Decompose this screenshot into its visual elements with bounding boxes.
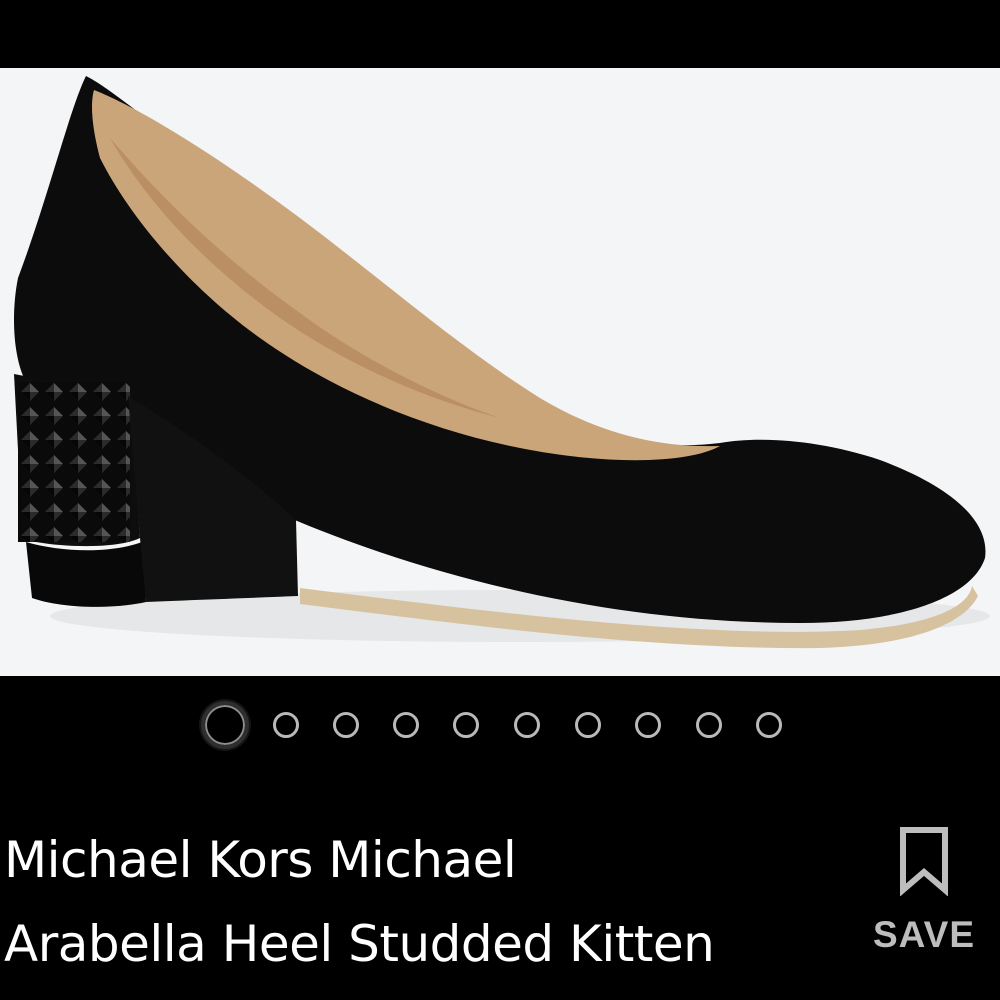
pager-dot-9[interactable] — [696, 712, 722, 738]
pager-dot-4[interactable] — [393, 712, 419, 738]
pager-dot-7[interactable] — [575, 712, 601, 738]
image-pager[interactable] — [0, 698, 1000, 752]
product-title-line-1: Michael Kors Michael — [4, 831, 517, 889]
pager-dot-10[interactable] — [756, 712, 782, 738]
bookmark-icon — [900, 827, 948, 896]
pager-dot-5[interactable] — [453, 712, 479, 738]
product-image[interactable] — [0, 68, 1000, 676]
shoe-illustration — [14, 76, 990, 649]
pager-dot-1[interactable] — [201, 701, 249, 749]
pager-dot-6[interactable] — [514, 712, 540, 738]
save-button[interactable]: SAVE — [860, 820, 988, 970]
pager-dot-2[interactable] — [273, 712, 299, 738]
product-title: Michael Kors Michael Arabella Heel Studd… — [4, 818, 844, 986]
product-title-line-2: Arabella Heel Studded Kitten — [4, 915, 715, 973]
pager-dot-3[interactable] — [333, 712, 359, 738]
pager-dot-8[interactable] — [635, 712, 661, 738]
save-label: SAVE — [872, 914, 975, 955]
